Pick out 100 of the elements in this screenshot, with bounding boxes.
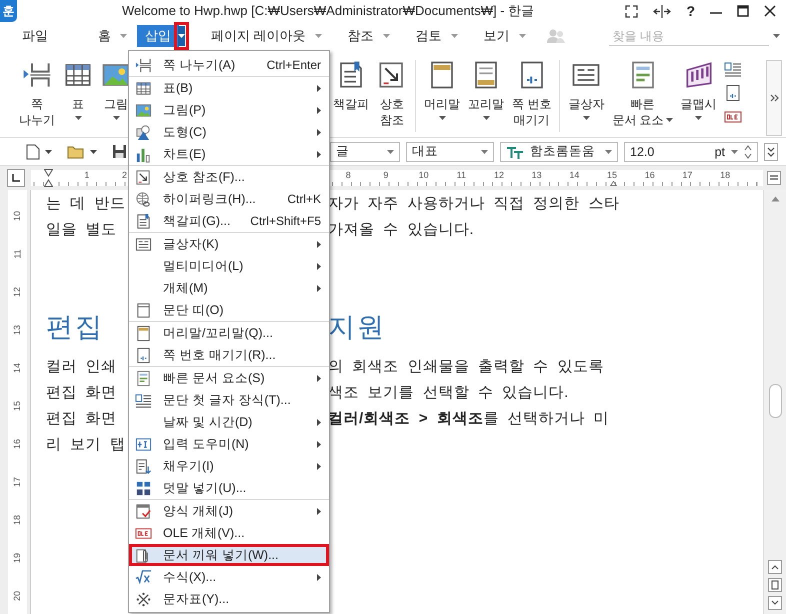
menu-tab[interactable]: 보기 (476, 25, 534, 47)
caret-icon (481, 150, 488, 154)
window-title: Welcome to Hwp.hwp [C:₩Users₩Administrator₩Documents₩] - 한글 (122, 2, 536, 20)
menu-item[interactable]: 쪽 번호 매기기(R)... (129, 344, 329, 366)
menu-item[interactable]: 글상자(K) (129, 233, 329, 255)
app-logo: 훈 (0, 0, 17, 22)
menu-item[interactable]: 입력 도우미(N) (129, 433, 329, 455)
ribbon-button[interactable]: 책갈피 (330, 60, 372, 128)
ruler-number: 2 (121, 171, 128, 180)
font-size-field[interactable]: 12.0 pt (624, 142, 758, 162)
chevron-right-icon (770, 94, 778, 102)
next-page-icon[interactable] (768, 596, 782, 610)
scrollbar-thumb[interactable] (768, 384, 782, 418)
body-text: 컬러/회색조 > 회색조를 선택하거나 미 (328, 408, 610, 428)
scroll-up-icon[interactable] (770, 196, 780, 202)
ribbon-button[interactable]: 머리말 (421, 60, 463, 128)
menu-item[interactable]: 문자표(Y)... (129, 588, 329, 610)
people-icon (546, 28, 566, 44)
menu-tab[interactable]: 파일 (14, 25, 56, 47)
ruler-number: 12 (12, 287, 22, 297)
tab-stop-button[interactable] (7, 169, 25, 187)
ruler-number: 17 (681, 171, 694, 180)
ruler-number: 10 (12, 211, 22, 221)
input-helper-icon (134, 436, 152, 452)
menu-item[interactable]: 쪽 나누기(A) Ctrl+Enter (129, 54, 329, 76)
menu-item[interactable]: 개체(M) (129, 277, 329, 299)
ribbon-button[interactable]: 쪽 번호 매기기 (509, 60, 554, 128)
menu-item[interactable]: 양식 개체(J) (129, 500, 329, 522)
new-document-icon[interactable] (26, 144, 40, 160)
drop-cap-icon (134, 392, 152, 408)
body-text: 일을 별도 (46, 220, 118, 238)
page-icon[interactable] (768, 578, 782, 592)
maximize-icon[interactable] (737, 5, 749, 17)
body-text: 리 보기 탭 (46, 434, 126, 454)
spinner-icon[interactable] (744, 144, 752, 160)
body-text: 는 데 반드 (46, 194, 126, 212)
table-icon (134, 80, 152, 96)
page-break-icon (134, 56, 152, 74)
ruler-number: 13 (12, 325, 22, 335)
search-field[interactable]: 찾을 내용 (608, 26, 769, 46)
dropdown-field[interactable]: 글 (330, 142, 400, 162)
page-number-icon (134, 346, 152, 364)
save-icon[interactable] (112, 144, 127, 159)
menu-tab[interactable]: 참조 (340, 25, 398, 47)
dropdown-button[interactable] (174, 22, 189, 50)
menu-item[interactable]: 상호 참조(F)... (129, 166, 329, 188)
heading-text: 지원 (328, 311, 387, 344)
caret-icon (90, 150, 97, 154)
menu-item[interactable]: 머리말/꼬리말(Q)... (129, 322, 329, 344)
menu-item[interactable]: 책갈피(G)... Ctrl+Shift+F5 (129, 210, 329, 232)
ruler-toggle-icon[interactable] (767, 171, 781, 185)
menu-item[interactable]: OLE 개체(V)... (129, 522, 329, 544)
right-margin-marker-icon[interactable] (609, 181, 618, 186)
menu-item[interactable]: 날짜 및 시간(D) (129, 411, 329, 433)
ruler-number: 15 (12, 401, 22, 411)
menu-tab[interactable]: 페이지 레이아웃 (203, 25, 330, 47)
menu-item[interactable]: 빠른 문서 요소(S) (129, 367, 329, 389)
split-view-icon[interactable] (653, 4, 672, 18)
ruler-number: 12 (492, 171, 505, 180)
menu-item[interactable]: 문단 띠(O) (129, 299, 329, 321)
formula-icon (134, 568, 152, 586)
ribbon-button[interactable]: 글상자 (565, 60, 608, 128)
form-icon (134, 502, 152, 520)
menu-tab[interactable]: 삽입 (137, 25, 179, 47)
caret-icon (178, 34, 185, 38)
menu-item[interactable]: 문단 첫 글자 장식(T)... (129, 389, 329, 411)
ruler-number: 16 (644, 171, 656, 180)
ruler-number: 11 (12, 249, 22, 259)
page-number-icon (724, 84, 742, 102)
menu-item[interactable]: 덧말 넣기(U)... (129, 477, 329, 499)
folder-icon[interactable] (67, 144, 85, 158)
ribbon-button[interactable]: 상호 참조 (374, 60, 410, 128)
menu-item[interactable]: 멀티미디어(L) (129, 255, 329, 277)
ribbon-button[interactable]: 쪽 나누기 (16, 60, 58, 128)
help-button[interactable]: ? (686, 3, 695, 19)
fullscreen-icon[interactable] (625, 4, 638, 18)
frame-icon (134, 302, 152, 318)
dropdown-field[interactable]: 대표 (406, 142, 494, 162)
menu-item[interactable]: 문서 끼워 넣기(W)... (129, 544, 329, 566)
menu-tab[interactable]: 홈 (90, 25, 135, 47)
previous-page-icon[interactable] (768, 560, 782, 574)
ruler-number: 8 (344, 171, 352, 180)
menu-item[interactable]: 차트(E) (129, 143, 329, 165)
scrollbar[interactable] (763, 190, 786, 614)
indent-marker-icon[interactable] (44, 169, 53, 187)
body-text: 색조 보기를 선택할 수 있습니다. (328, 382, 570, 402)
menu-item[interactable]: 수식(X)... (129, 566, 329, 588)
menu-item[interactable]: 하이퍼링크(H)... Ctrl+K (129, 188, 329, 210)
menu-item[interactable]: 도형(C) (129, 121, 329, 143)
menu-tab[interactable]: 검토 (408, 25, 466, 47)
menu-item[interactable]: 그림(P) (129, 99, 329, 121)
ribbon-button[interactable]: 빠른 문서 요소 (609, 60, 676, 128)
menu-item[interactable]: 표(B) (129, 77, 329, 99)
ribbon-button[interactable]: 꼬리말 (465, 60, 507, 128)
dropdown-field[interactable]: 함초롬돋움 (500, 142, 618, 162)
menu-item[interactable]: 채우기(I) (129, 455, 329, 477)
ribbon-button[interactable]: 표 (60, 60, 96, 128)
ribbon-button[interactable]: 글맵시 (678, 60, 720, 128)
toolbar-expand-icon[interactable] (764, 142, 778, 160)
close-icon[interactable] (764, 5, 776, 17)
